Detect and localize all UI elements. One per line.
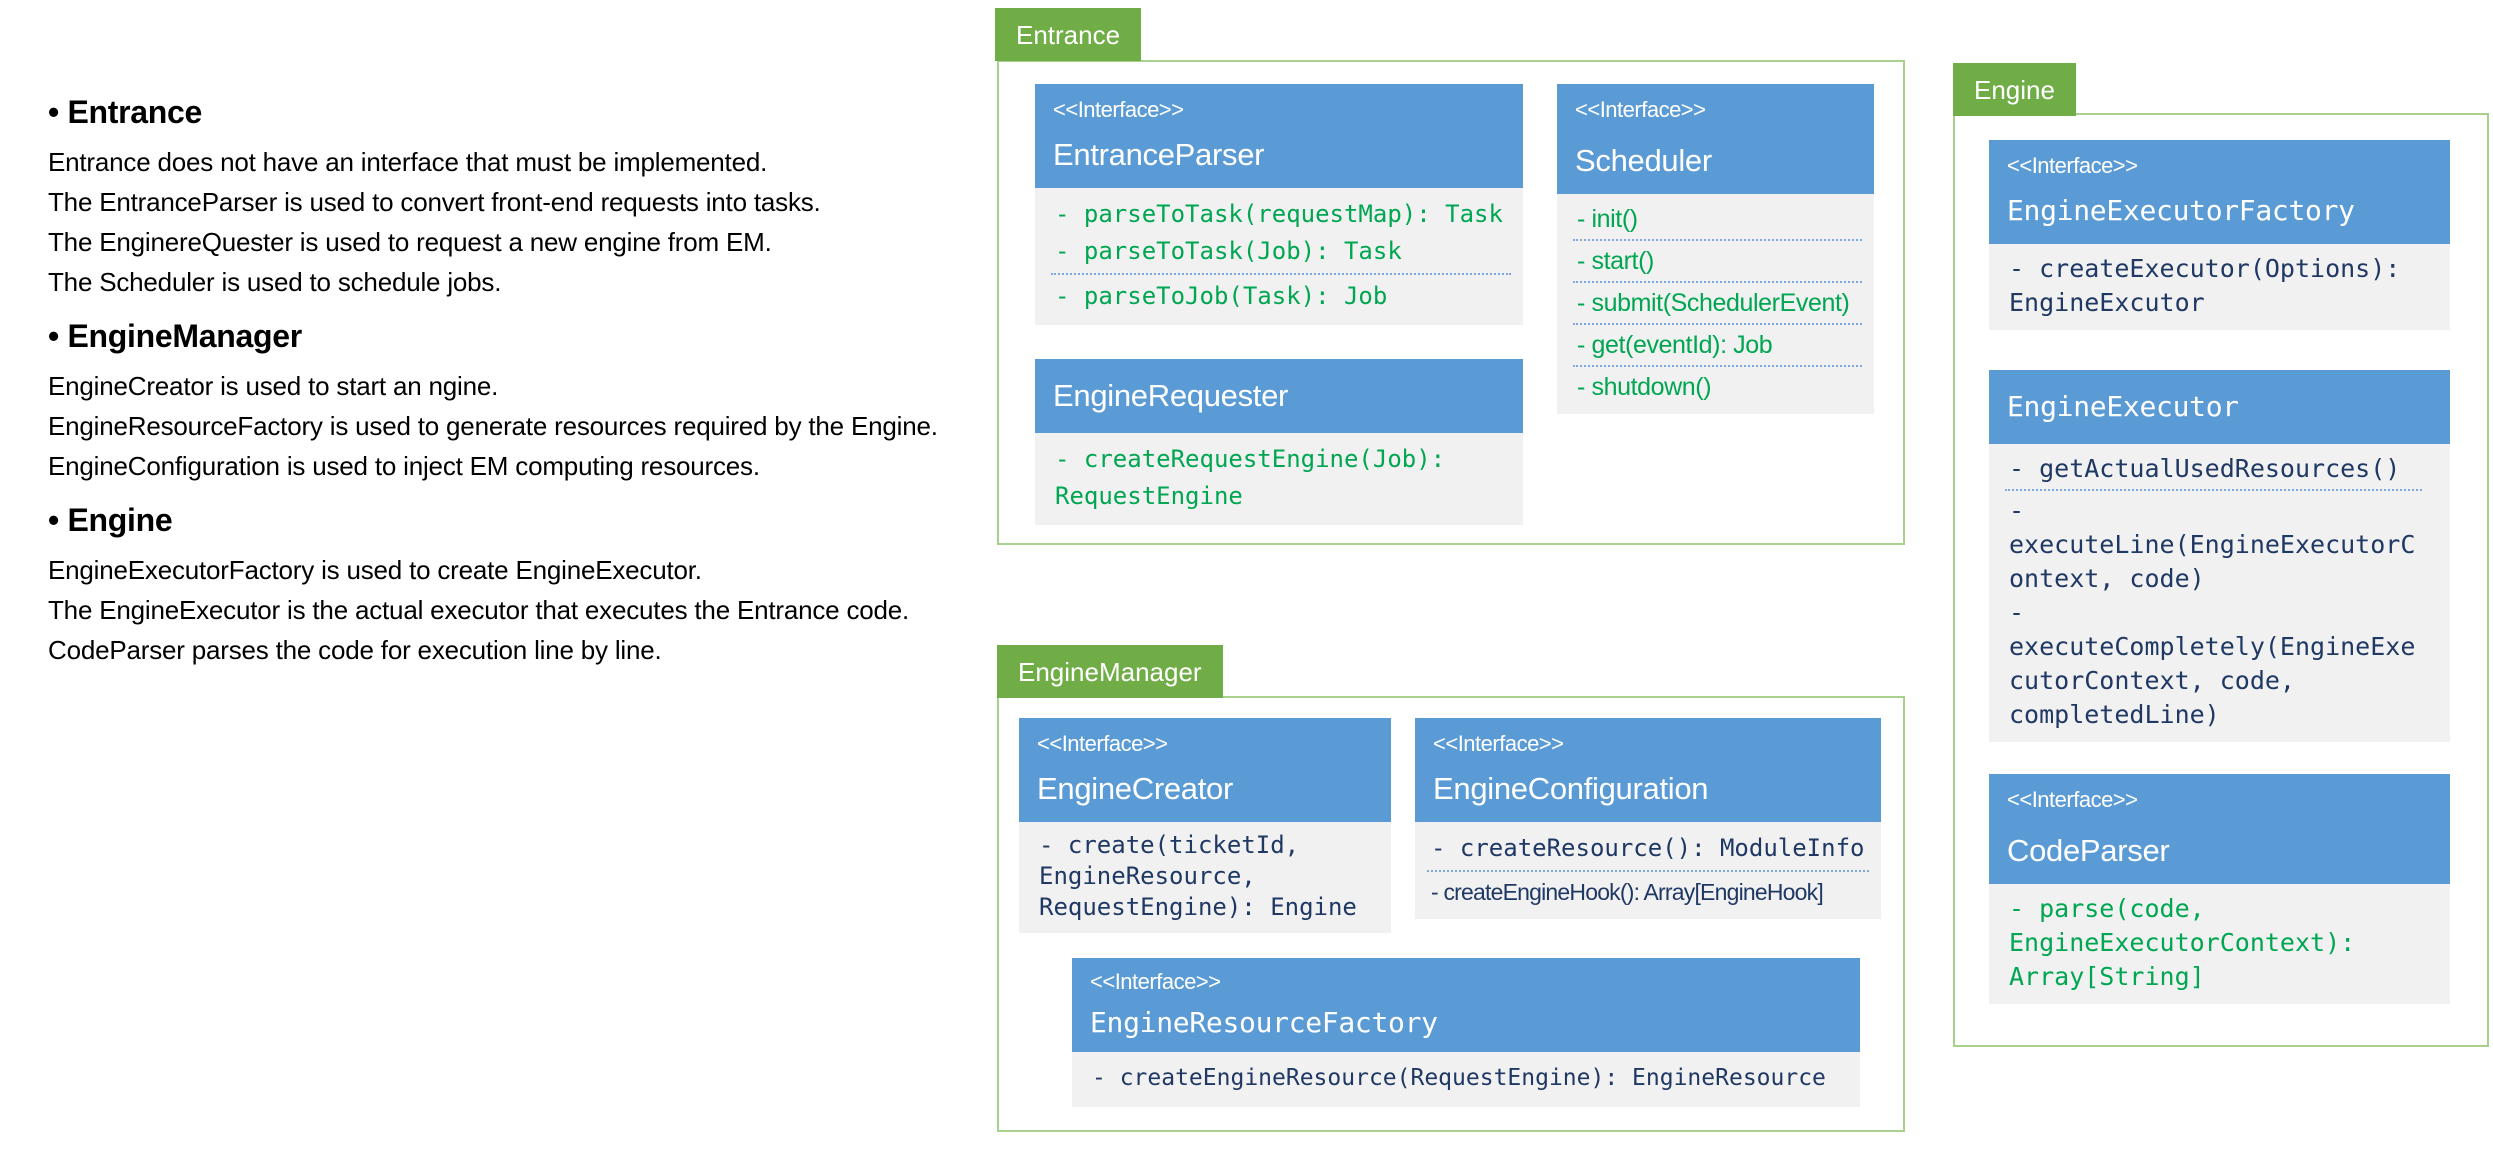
interface-stereotype: <<Interface>> [1053, 98, 1505, 122]
method-separator [1573, 281, 1862, 283]
notes-line: The EntranceParser is used to convert fr… [48, 182, 978, 222]
uml-title: CodeParser [2007, 834, 2432, 868]
uml-box-engineexecutor: EngineExecutor - getActualUsedResources(… [1989, 370, 2450, 742]
notes-heading-entrance: • Entrance [48, 92, 978, 132]
uml-box-enginerequester: EngineRequester - createRequestEngine(Jo… [1035, 359, 1523, 525]
method-separator [1427, 870, 1869, 872]
interface-stereotype: <<Interface>> [1037, 732, 1373, 756]
slide-canvas: • Entrance Entrance does not have an int… [0, 0, 2493, 1153]
method-line: - get(eventId): Job [1577, 328, 1862, 362]
method-separator [1573, 365, 1862, 367]
uml-box-engineresourcefactory: <<Interface>> EngineResourceFactory - cr… [1072, 958, 1860, 1107]
uml-title: EntranceParser [1053, 138, 1505, 172]
notes-heading-engine: • Engine [48, 500, 978, 540]
method-line: - create(ticketId, EngineResource, Reque… [1039, 830, 1379, 923]
notes-line: CodeParser parses the code for execution… [48, 630, 978, 670]
method-line: - createRequestEngine(Job): RequestEngin… [1055, 441, 1511, 515]
interface-stereotype: <<Interface>> [1575, 98, 1856, 122]
uml-header: <<Interface>> EngineCreator [1019, 718, 1391, 822]
uml-title: Scheduler [1575, 144, 1856, 178]
group-label-entrance: Entrance [995, 8, 1141, 61]
uml-methods: - createResource(): ModuleInfo - createE… [1415, 822, 1881, 919]
method-line: - executeLine(EngineExecutorContext, cod… [2009, 494, 2422, 596]
uml-title: EngineRequester [1053, 379, 1505, 413]
uml-header: <<Interface>> EngineConfiguration [1415, 718, 1881, 822]
method-line: - createEngineResource(RequestEngine): E… [1092, 1060, 1848, 1097]
method-line: - createEngineHook(): Array[EngineHook] [1431, 875, 1869, 909]
method-line: - createExecutor(Options): EngineExcutor [2009, 252, 2422, 320]
interface-stereotype: <<Interface>> [2007, 788, 2432, 812]
notes-line: Entrance does not have an interface that… [48, 142, 978, 182]
notes-line: The EnginereQuester is used to request a… [48, 222, 978, 262]
uml-box-enginecreator: <<Interface>> EngineCreator - create(tic… [1019, 718, 1391, 933]
notes-line: EngineResourceFactory is used to generat… [48, 406, 978, 446]
uml-methods: - createExecutor(Options): EngineExcutor [1989, 244, 2450, 330]
method-line: - submit(SchedulerEvent) [1577, 286, 1862, 320]
uml-title: EngineResourceFactory [1090, 1006, 1842, 1040]
method-separator [1051, 273, 1511, 275]
uml-methods: - init() - start() - submit(SchedulerEve… [1557, 194, 1874, 414]
notes-heading-enginemanager: • EngineManager [48, 316, 978, 356]
uml-header: EngineExecutor [1989, 370, 2450, 444]
notes-line: The EngineExecutor is the actual executo… [48, 590, 978, 630]
uml-box-scheduler: <<Interface>> Scheduler - init() - start… [1557, 84, 1874, 414]
uml-methods: - createEngineResource(RequestEngine): E… [1072, 1052, 1860, 1107]
method-line: - shutdown() [1577, 370, 1862, 404]
method-line: - parse(code, EngineExecutorContext): Ar… [2009, 892, 2422, 994]
uml-title: EngineConfiguration [1433, 772, 1863, 806]
method-line: - executeCompletely(EngineExecutorContex… [2009, 596, 2422, 732]
interface-stereotype: <<Interface>> [2007, 154, 2432, 178]
uml-header: EngineRequester [1035, 359, 1523, 433]
uml-header: <<Interface>> Scheduler [1557, 84, 1874, 194]
uml-methods: - parseToTask(requestMap): Task - parseT… [1035, 188, 1523, 325]
notes-line: EngineExecutorFactory is used to create … [48, 550, 978, 590]
group-label-engine: Engine [1953, 63, 2076, 116]
notes-panel: • Entrance Entrance does not have an int… [48, 78, 978, 670]
notes-line: EngineConfiguration is used to inject EM… [48, 446, 978, 486]
notes-line: The Scheduler is used to schedule jobs. [48, 262, 978, 302]
method-line: - parseToTask(Job): Task [1055, 233, 1511, 270]
group-label-enginemanager: EngineManager [997, 645, 1223, 698]
uml-methods: - createRequestEngine(Job): RequestEngin… [1035, 433, 1523, 525]
method-line: - start() [1577, 244, 1862, 278]
uml-box-entranceparser: <<Interface>> EntranceParser - parseToTa… [1035, 84, 1523, 325]
uml-methods: - create(ticketId, EngineResource, Reque… [1019, 822, 1391, 933]
method-separator [1573, 323, 1862, 325]
uml-header: <<Interface>> CodeParser [1989, 774, 2450, 884]
uml-methods: - parse(code, EngineExecutorContext): Ar… [1989, 884, 2450, 1004]
uml-box-engineconfiguration: <<Interface>> EngineConfiguration - crea… [1415, 718, 1881, 919]
interface-stereotype: <<Interface>> [1090, 970, 1842, 994]
method-line: - createResource(): ModuleInfo [1431, 830, 1869, 867]
method-separator [2005, 489, 2422, 491]
method-line: - parseToJob(Task): Job [1055, 278, 1511, 315]
method-line: - parseToTask(requestMap): Task [1055, 196, 1511, 233]
uml-header: <<Interface>> EngineResourceFactory [1072, 958, 1860, 1052]
uml-title: EngineExecutorFactory [2007, 194, 2432, 228]
uml-methods: - getActualUsedResources() - executeLine… [1989, 444, 2450, 742]
uml-title: EngineExecutor [2007, 390, 2432, 424]
uml-header: <<Interface>> EngineExecutorFactory [1989, 140, 2450, 244]
method-line: - getActualUsedResources() [2009, 452, 2422, 486]
notes-line: EngineCreator is used to start an ngine. [48, 366, 978, 406]
uml-box-engineexecutorfactory: <<Interface>> EngineExecutorFactory - cr… [1989, 140, 2450, 330]
uml-header: <<Interface>> EntranceParser [1035, 84, 1523, 188]
uml-box-codeparser: <<Interface>> CodeParser - parse(code, E… [1989, 774, 2450, 1004]
method-line: - init() [1577, 202, 1862, 236]
interface-stereotype: <<Interface>> [1433, 732, 1863, 756]
uml-title: EngineCreator [1037, 772, 1373, 806]
method-separator [1573, 239, 1862, 241]
